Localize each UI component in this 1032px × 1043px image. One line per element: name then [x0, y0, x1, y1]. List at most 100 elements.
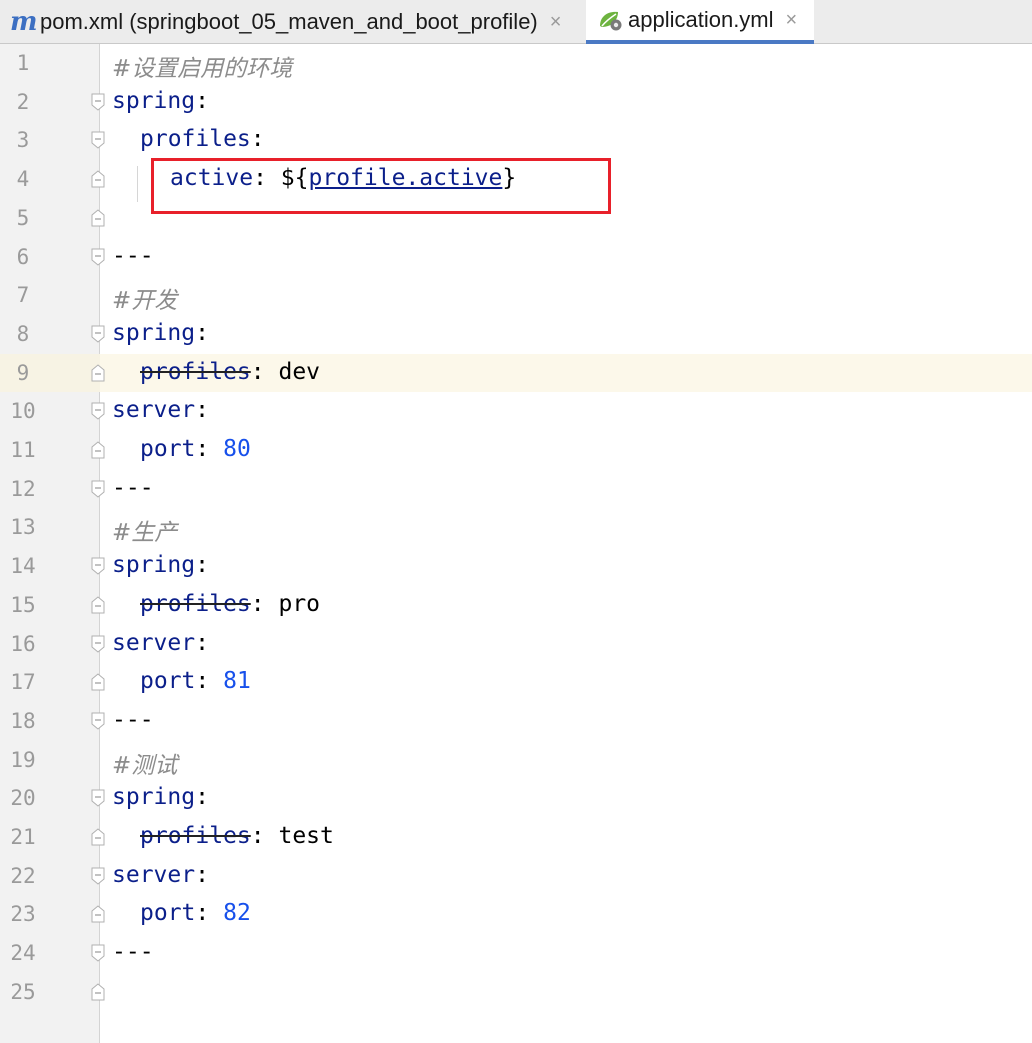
line-number: 1	[16, 51, 30, 75]
fold-end-icon[interactable]	[91, 363, 105, 382]
code-line[interactable]: 6 ---	[0, 238, 1032, 277]
yaml-key-deprecated: profiles	[140, 823, 251, 849]
yaml-colon: :	[195, 436, 224, 462]
code-text: ---	[112, 939, 154, 965]
fold-end-icon[interactable]	[91, 209, 105, 227]
code-text: port: 80	[112, 436, 251, 462]
code-text: profiles: dev	[112, 359, 320, 385]
yaml-colon: :	[195, 861, 209, 888]
yaml-colon: :	[250, 358, 279, 385]
yaml-colon: :	[195, 784, 209, 811]
close-icon[interactable]: ×	[550, 11, 562, 34]
code-line[interactable]: 9 profiles: dev	[0, 353, 1032, 393]
close-icon[interactable]: ×	[786, 9, 798, 32]
code-line[interactable]: 12 ---	[0, 470, 1032, 509]
fold-open-icon[interactable]	[91, 93, 105, 111]
yaml-comment: #开发	[112, 288, 178, 315]
code-line[interactable]: 11 port: 80	[0, 431, 1032, 470]
yaml-colon: :	[195, 629, 209, 656]
fold-open-icon[interactable]	[91, 635, 105, 653]
code-line[interactable]: 3 profiles:	[0, 121, 1032, 160]
yaml-key-deprecated: profiles	[140, 590, 251, 617]
yaml-value: pro	[278, 590, 321, 617]
code-line[interactable]: 1 #设置启用的环境	[0, 44, 1032, 83]
code-text: #生产	[112, 513, 177, 547]
code-text: port: 82	[112, 900, 251, 926]
fold-open-icon[interactable]	[91, 402, 105, 420]
line-number: 8	[16, 321, 30, 346]
code-line[interactable]: 20 spring:	[0, 779, 1032, 818]
code-text: spring:	[112, 784, 209, 810]
document-separator: ---	[112, 706, 154, 733]
code-text: profiles:	[112, 126, 265, 152]
code-line[interactable]: 10 server:	[0, 392, 1032, 431]
line-number: 20	[10, 786, 36, 811]
code-line[interactable]: 25	[0, 973, 1032, 1012]
fold-end-icon[interactable]	[91, 905, 105, 923]
yaml-number-value: 82	[223, 900, 251, 927]
fold-end-icon[interactable]	[91, 441, 105, 459]
yaml-number-value: 81	[223, 668, 251, 695]
fold-open-icon[interactable]	[91, 248, 105, 266]
yaml-comment: #设置启用的环境	[112, 56, 293, 82]
code-line[interactable]: 16 server:	[0, 625, 1032, 664]
fold-end-icon[interactable]	[91, 596, 105, 614]
document-separator: ---	[112, 939, 154, 966]
code-text: spring:	[112, 88, 209, 114]
fold-end-icon[interactable]	[91, 170, 105, 188]
line-number: 19	[10, 747, 36, 772]
yaml-key: port	[140, 668, 196, 695]
code-line[interactable]: 24 ---	[0, 934, 1032, 973]
code-line[interactable]: 22 server:	[0, 857, 1032, 896]
fold-open-icon[interactable]	[91, 944, 105, 962]
line-number: 6	[16, 244, 30, 269]
fold-end-icon[interactable]	[91, 983, 105, 1001]
yaml-colon: :	[195, 319, 209, 346]
code-line[interactable]: 2 spring:	[0, 83, 1032, 122]
fold-open-icon[interactable]	[91, 557, 105, 575]
fold-open-icon[interactable]	[91, 480, 105, 498]
code-line[interactable]: 18 ---	[0, 702, 1032, 741]
tab-application-yml[interactable]: application.yml ×	[586, 0, 814, 44]
code-line[interactable]: 19 #测试	[0, 741, 1032, 780]
maven-m-icon: m	[10, 7, 38, 37]
code-line[interactable]: 7 #开发	[0, 276, 1032, 315]
code-line[interactable]: 21 profiles: test	[0, 818, 1032, 857]
line-number: 13	[10, 515, 36, 540]
code-line[interactable]: 13 #生产	[0, 508, 1032, 547]
code-text: profiles: test	[112, 823, 334, 849]
yaml-key: server	[112, 397, 196, 424]
fold-open-icon[interactable]	[91, 712, 105, 730]
line-number: 9	[16, 360, 30, 385]
fold-open-icon[interactable]	[91, 789, 105, 807]
code-line[interactable]: 8 spring:	[0, 315, 1032, 354]
line-number: 24	[10, 941, 36, 966]
code-editor[interactable]: 1 #设置启用的环境 2 spring: 3 profiles: 4 active: ${pr…	[0, 44, 1032, 1043]
tab-label: pom.xml (springboot_05_maven_and_boot_pr…	[40, 9, 538, 34]
fold-open-icon[interactable]	[91, 867, 105, 885]
yaml-key: server	[112, 861, 196, 888]
fold-end-icon[interactable]	[91, 828, 105, 846]
code-text: ---	[112, 243, 154, 269]
fold-end-icon[interactable]	[91, 673, 105, 691]
fold-open-icon[interactable]	[91, 131, 105, 150]
line-number: 16	[10, 631, 36, 656]
fold-open-icon[interactable]	[91, 325, 105, 343]
tab-pom-xml[interactable]: m pom.xml (springboot_05_maven_and_boot_…	[0, 0, 586, 44]
yaml-key: spring	[112, 552, 196, 579]
code-text: #设置启用的环境	[112, 49, 292, 83]
code-line[interactable]: 14 spring:	[0, 547, 1032, 586]
code-line[interactable]: 23 port: 82	[0, 895, 1032, 934]
yaml-key: server	[112, 629, 196, 656]
code-text: #开发	[112, 281, 177, 315]
code-text: spring:	[112, 552, 209, 578]
code-text: ---	[112, 475, 154, 501]
code-text: profiles: pro	[112, 591, 320, 617]
yaml-colon: :	[250, 590, 279, 617]
line-number: 15	[10, 592, 36, 617]
line-number: 18	[10, 708, 36, 733]
code-line[interactable]: 17 port: 81	[0, 663, 1032, 702]
code-line[interactable]: 15 profiles: pro	[0, 586, 1032, 625]
code-text: ---	[112, 707, 154, 733]
code-text: server:	[112, 862, 209, 888]
